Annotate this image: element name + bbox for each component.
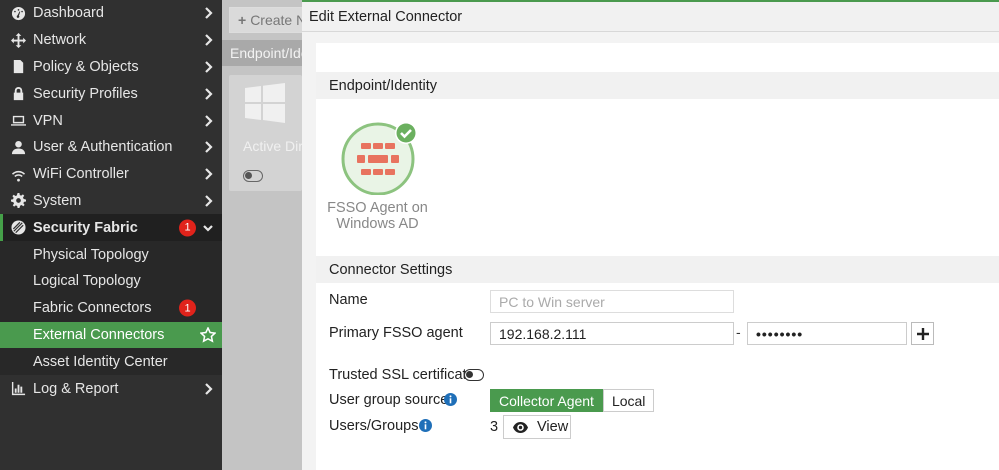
connector-settings-header: Connector Settings [316, 256, 999, 283]
view-users-groups-button[interactable]: View [503, 415, 571, 439]
policy-icon [9, 59, 27, 75]
collector-agent-option[interactable]: Collector Agent [490, 389, 603, 412]
sidebar-item-security-profiles[interactable]: Security Profiles [0, 80, 222, 107]
sidebar-item-security-fabric[interactable]: Security Fabric 1 [0, 214, 222, 242]
sidebar-subitem-fabric-connectors[interactable]: Fabric Connectors 1 [0, 294, 222, 322]
notification-badge: 1 [179, 299, 196, 317]
view-button-label: View [537, 419, 569, 435]
windows-logo-icon [245, 83, 285, 123]
chevron-right-icon [203, 382, 213, 395]
fabric-icon [9, 220, 27, 236]
sidebar-item-policy-objects[interactable]: Policy & Objects [0, 54, 222, 81]
fsso-agent-icon [341, 122, 416, 195]
chevron-right-icon [203, 7, 213, 20]
dialog-title: Edit External Connector [302, 0, 999, 32]
sidebar-item-user-authentication[interactable]: User & Authentication [0, 134, 222, 161]
sidebar: Dashboard Network Policy & Objects Secur… [0, 0, 222, 470]
sidebar-item-label: VPN [33, 112, 63, 129]
laptop-icon [9, 113, 27, 129]
sidebar-item-wifi-controller[interactable]: WiFi Controller [0, 161, 222, 188]
name-input[interactable] [490, 290, 734, 313]
card-toggle [243, 170, 263, 182]
separator-dash: - [736, 324, 741, 340]
users-groups-label: Users/Groups [329, 418, 419, 434]
sidebar-item-label: Asset Identity Center [33, 353, 168, 370]
add-agent-button[interactable] [911, 322, 934, 345]
trusted-ssl-toggle[interactable] [464, 369, 484, 381]
sidebar-item-label: Dashboard [33, 5, 104, 22]
endpoint-identity-header: Endpoint/Identity [316, 72, 999, 99]
primary-agent-password-input[interactable] [747, 322, 907, 345]
sidebar-item-network[interactable]: Network [0, 27, 222, 54]
lock-icon [9, 86, 27, 102]
plus-icon [916, 327, 929, 340]
chart-icon [9, 381, 27, 397]
sidebar-item-label: Security Profiles [33, 85, 138, 102]
chevron-down-icon [203, 222, 213, 234]
local-option[interactable]: Local [602, 389, 655, 412]
sidebar-item-label: External Connectors [33, 326, 165, 343]
primary-fsso-agent-label: Primary FSSO agent [329, 325, 463, 341]
sidebar-subitem-external-connectors[interactable]: External Connectors [0, 321, 222, 349]
sidebar-subitem-logical-topology[interactable]: Logical Topology [0, 267, 222, 295]
sidebar-item-label: Security Fabric [33, 219, 138, 236]
sidebar-item-label: WiFi Controller [33, 166, 129, 183]
plus-icon: + [238, 12, 247, 28]
trusted-ssl-label: Trusted SSL certificate [329, 367, 475, 383]
create-new-label: Create N [250, 12, 307, 28]
sidebar-item-label: Logical Topology [33, 273, 141, 290]
sidebar-item-label: Network [33, 32, 87, 49]
user-group-source-selector: Collector Agent Local [490, 389, 655, 412]
info-icon[interactable] [419, 419, 432, 432]
sidebar-item-label: Policy & Objects [33, 58, 139, 75]
users-groups-count: 3 [490, 419, 499, 435]
wifi-icon [9, 166, 27, 182]
connector-type-label: FSSO Agent on Windows AD [327, 200, 428, 232]
background-page [222, 0, 302, 470]
sidebar-item-label: Physical Topology [33, 246, 149, 263]
active-directory-card: Active Dir [229, 75, 302, 191]
sidebar-item-system[interactable]: System [0, 188, 222, 215]
notification-badge: 1 [179, 219, 196, 237]
name-label: Name [329, 292, 368, 308]
chevron-right-icon [203, 141, 213, 154]
primary-agent-ip-input[interactable] [490, 322, 734, 345]
sidebar-item-log-report[interactable]: Log & Report [0, 375, 222, 402]
chevron-right-icon [203, 61, 213, 73]
star-icon[interactable] [199, 326, 217, 343]
network-icon [9, 32, 27, 48]
background-section-header: Endpoint/Ide [222, 40, 302, 66]
info-icon[interactable] [444, 393, 457, 406]
sidebar-item-label: Fabric Connectors [33, 300, 152, 317]
sidebar-subitem-physical-topology[interactable]: Physical Topology [0, 241, 222, 268]
user-icon [9, 139, 27, 155]
sidebar-item-label: User & Authentication [33, 139, 173, 156]
sidebar-subitem-asset-identity-center[interactable]: Asset Identity Center [0, 348, 222, 376]
chevron-right-icon [203, 168, 213, 180]
user-group-source-label: User group source [329, 392, 449, 408]
chevron-right-icon [203, 114, 213, 127]
sidebar-item-vpn[interactable]: VPN [0, 107, 222, 134]
dashboard-icon [9, 5, 27, 21]
sidebar-item-label: Log & Report [33, 380, 119, 397]
card-label: Active Dir [243, 138, 302, 154]
eye-icon [513, 421, 528, 433]
chevron-right-icon [203, 34, 213, 46]
chevron-right-icon [203, 88, 213, 100]
chevron-right-icon [203, 195, 213, 207]
sidebar-item-dashboard[interactable]: Dashboard [0, 0, 222, 27]
sidebar-item-label: System [33, 192, 82, 209]
gear-icon [9, 193, 27, 209]
